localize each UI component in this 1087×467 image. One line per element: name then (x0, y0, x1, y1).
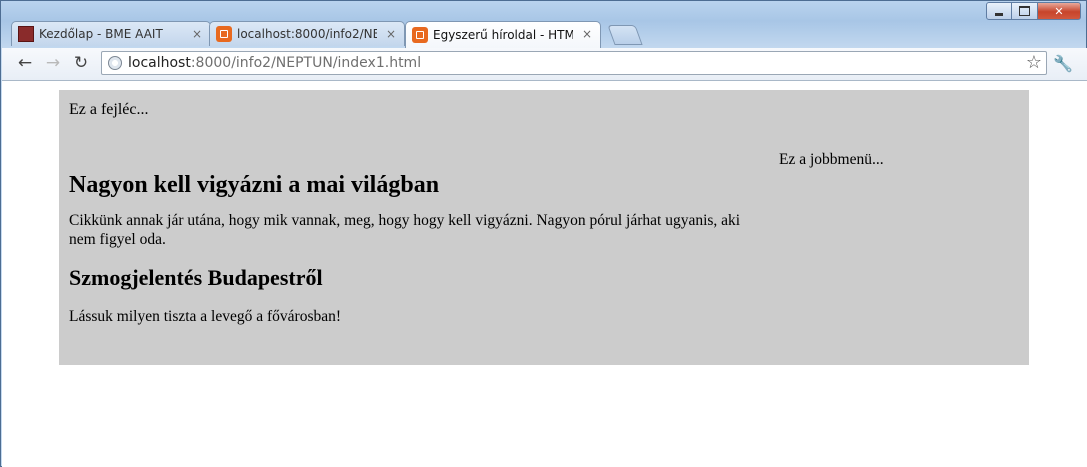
minimize-icon (995, 12, 1003, 16)
browser-window: ✕ Kezdőlap - BME AAIT × localhost:8000/i… (0, 0, 1087, 467)
tab-close-icon[interactable]: × (192, 27, 202, 41)
tab-title: localhost:8000/info2/NEPTUN (237, 27, 377, 41)
close-icon: ✕ (1054, 4, 1064, 18)
tab-close-icon[interactable]: × (386, 27, 396, 41)
forward-arrow-icon: → (45, 53, 61, 73)
main-content: Nagyon kell vigyázni a mai világban Cikk… (69, 138, 749, 326)
tab-localhost[interactable]: localhost:8000/info2/NEPTUN × (209, 21, 405, 46)
forward-button[interactable]: → (42, 52, 64, 74)
back-button[interactable]: ← (14, 52, 36, 74)
tab-title: Kezdőlap - BME AAIT (39, 27, 163, 41)
back-arrow-icon: ← (17, 53, 33, 73)
tab-title: Egyszerű híroldal - HTML, C (433, 28, 573, 42)
reload-icon: ↻ (73, 53, 89, 73)
article-title: Nagyon kell vigyázni a mai világban (69, 172, 440, 198)
wrench-icon[interactable]: 🔧 (1052, 53, 1074, 75)
article-body: Lássuk milyen tiszta a levegő a fővárosb… (69, 308, 342, 325)
title-bar[interactable]: ✕ (1, 1, 1086, 21)
new-tab-button[interactable] (607, 25, 643, 45)
tab-kezdolap[interactable]: Kezdőlap - BME AAIT × (11, 21, 211, 46)
address-bar[interactable]: localhost:8000/info2/NEPTUN/index1.html … (101, 51, 1047, 75)
url-text: localhost:8000/info2/NEPTUN/index1.html (128, 55, 421, 71)
xampp-favicon-icon (216, 26, 232, 42)
close-window-button[interactable]: ✕ (1038, 2, 1081, 20)
right-menu: Ez a jobbmenü... (779, 151, 884, 168)
toolbar: ← → ↻ localhost:8000/info2/NEPTUN/index1… (2, 48, 1087, 81)
minimize-button[interactable] (986, 2, 1012, 20)
article-title: Szmogjelentés Budapestről (69, 265, 323, 290)
bookmark-star-icon[interactable]: ☆ (1026, 52, 1042, 73)
window-controls: ✕ (986, 2, 1081, 20)
page-container: Ez a fejléc... Nagyon kell vigyázni a ma… (59, 90, 1029, 365)
article-body: Cikkünk annak jár utána, hogy mik vannak… (69, 212, 741, 248)
url-host: localhost (128, 55, 191, 71)
maximize-icon (1019, 6, 1030, 16)
url-path: :8000/info2/NEPTUN/index1.html (190, 55, 422, 71)
maximize-button[interactable] (1012, 2, 1038, 20)
tab-strip: Kezdőlap - BME AAIT × localhost:8000/inf… (11, 21, 711, 48)
reload-button[interactable]: ↻ (70, 52, 92, 74)
xampp-favicon-icon (412, 27, 428, 43)
page-header: Ez a fejléc... (69, 101, 149, 118)
tab-hiroldal-active[interactable]: Egyszerű híroldal - HTML, C × (405, 21, 601, 48)
page-info-icon[interactable] (108, 56, 122, 70)
aait-favicon-icon (18, 26, 34, 42)
page-viewport: Ez a fejléc... Nagyon kell vigyázni a ma… (2, 81, 1087, 467)
tab-close-icon[interactable]: × (582, 27, 592, 41)
